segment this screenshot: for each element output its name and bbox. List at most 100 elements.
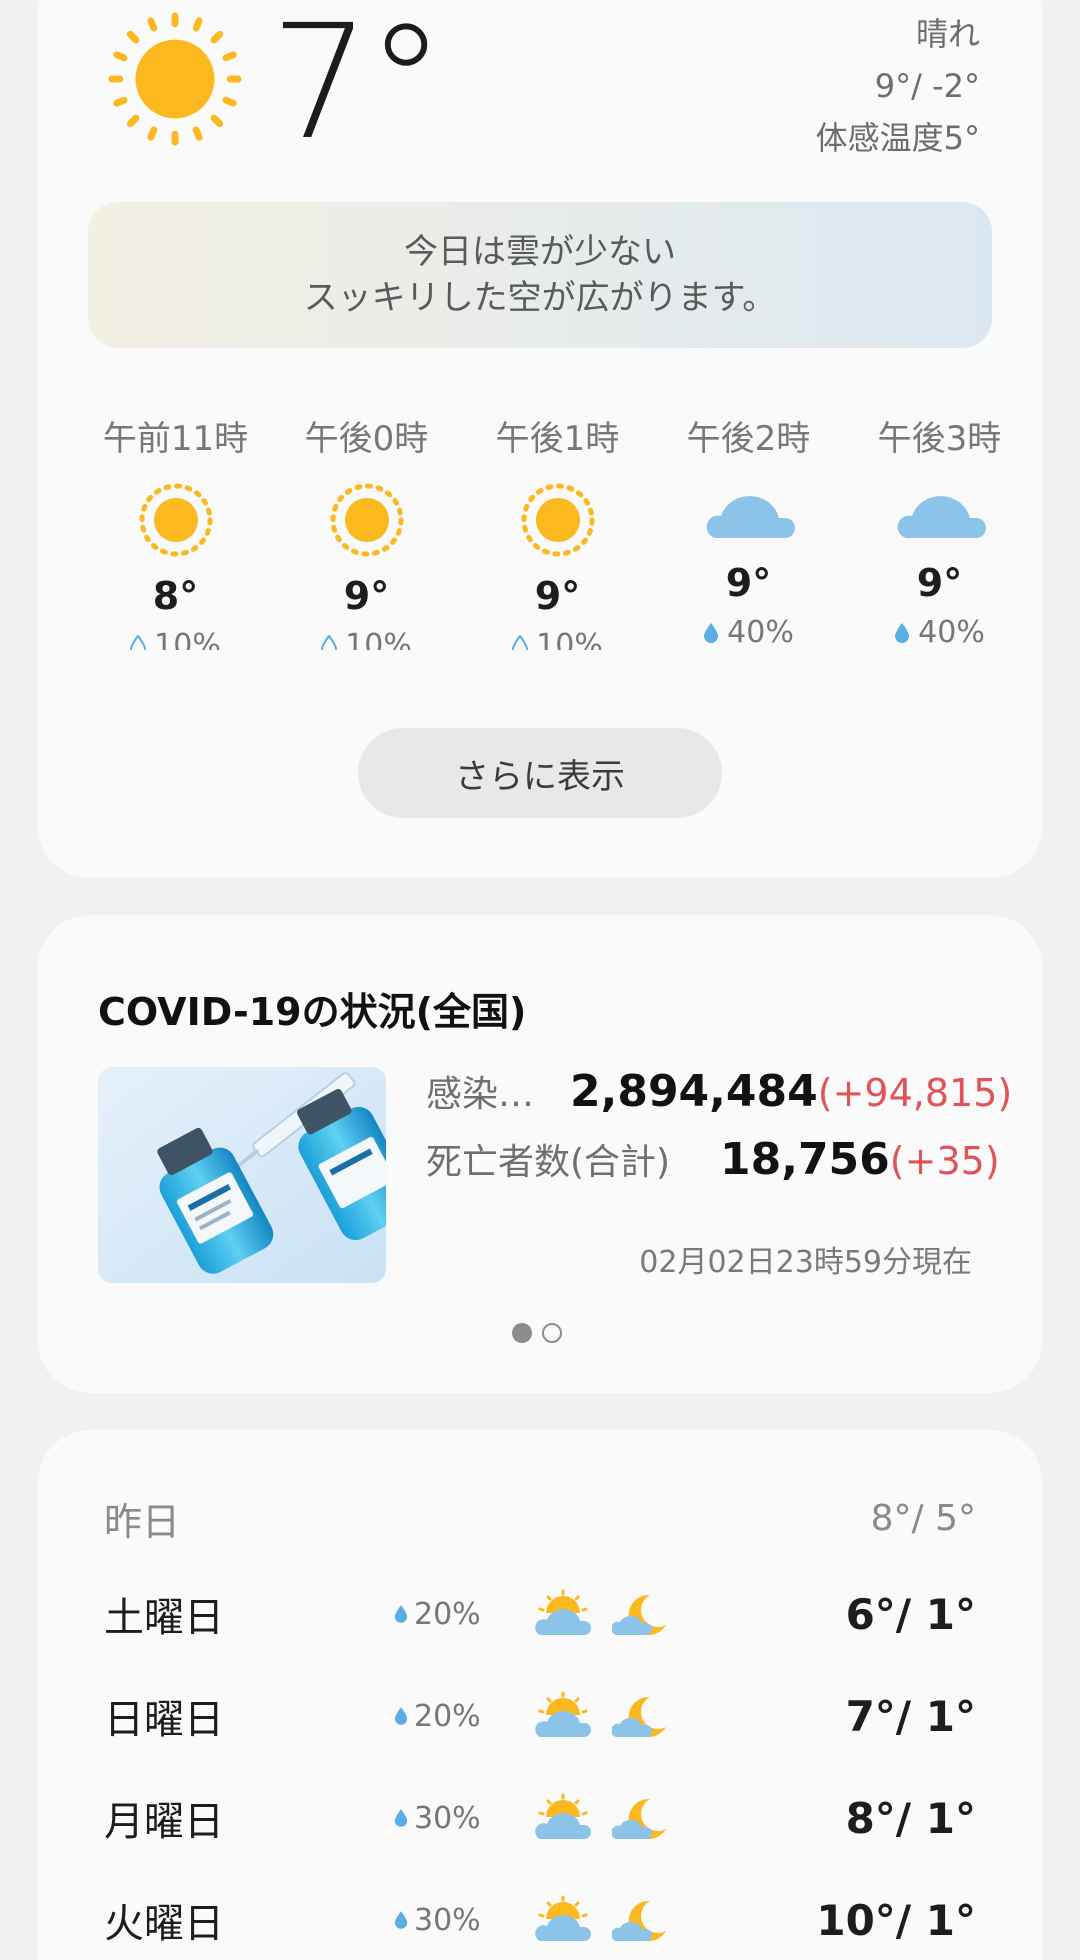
sun-icon <box>126 480 226 560</box>
day-precip: 30% <box>394 1801 534 1836</box>
yesterday-label: 昨日 <box>104 1499 181 1544</box>
deaths-stat: 死亡者数(合計) 18,756 (+35) <box>426 1133 1000 1185</box>
cloud-icon <box>890 480 990 547</box>
raindrop-icon <box>130 634 147 650</box>
partly-cloudy-icon <box>535 1895 591 1941</box>
current-weather-card: 7° 晴れ 9°/ -2° 体感温度5° 今日は雲が少ない スッキリした空が広が… <box>38 0 1042 878</box>
page-indicator[interactable] <box>512 1323 562 1343</box>
raindrop-icon <box>895 622 910 643</box>
deaths-value: 18,756 <box>720 1134 890 1185</box>
hour-temp: 8° <box>152 574 199 618</box>
deaths-label: 死亡者数(合計) <box>426 1142 671 1183</box>
hour-temp: 9° <box>534 574 581 618</box>
current-condition: 晴れ <box>915 15 980 53</box>
partly-cloudy-icon <box>535 1793 591 1839</box>
weather-summary-banner: 今日は雲が少ない スッキリした空が広がります。 <box>88 202 992 348</box>
hourly-item: 午前11時 8° 10% <box>80 410 271 650</box>
day-name: 日曜日 <box>104 1697 224 1743</box>
page-dot-active[interactable] <box>512 1323 532 1343</box>
raindrop-icon <box>704 622 719 643</box>
hour-time: 午後1時 <box>495 419 620 459</box>
partly-cloudy-icon <box>535 1691 591 1737</box>
hour-temp: 9° <box>343 574 390 618</box>
hourly-forecast[interactable]: 午前11時 8° 10% 午後0時 9° 10% 午後1時 9° 10% 午後2… <box>80 410 1000 650</box>
infected-label: 感染… <box>426 1074 535 1115</box>
current-temperature: 7° <box>270 0 446 175</box>
summary-line-2: スッキリした空が広がります。 <box>303 278 777 318</box>
hour-precip: 10% <box>130 628 221 650</box>
day-precip: 20% <box>394 1699 534 1734</box>
hour-temp: 9° <box>725 561 772 605</box>
day-precip: 20% <box>394 1597 534 1632</box>
daily-forecast-card[interactable]: 昨日 8°/ 5° 土曜日 20% 6°/ 1° 日曜日 20% 7°/ 1° … <box>38 1430 1042 1960</box>
day-name: 土曜日 <box>104 1595 224 1641</box>
precip-value: 10% <box>536 628 603 650</box>
day-name: 月曜日 <box>104 1799 224 1845</box>
hour-precip: 40% <box>894 615 985 650</box>
precip-value: 40% <box>918 615 985 650</box>
cloud-icon <box>699 480 799 547</box>
hour-time: 午後3時 <box>877 419 1000 459</box>
day-temps: 10°/ 1° <box>816 1895 976 1945</box>
raindrop-icon <box>394 1707 408 1725</box>
current-details: 晴れ 9°/ -2° 体感温度5° <box>816 8 980 164</box>
hour-precip: 10% <box>321 628 412 650</box>
raindrop-icon <box>394 1809 408 1827</box>
precip-value: 10% <box>154 628 221 650</box>
feels-like: 体感温度5° <box>815 119 980 157</box>
hour-time: 午後0時 <box>304 419 429 459</box>
infected-delta: (+94,815) <box>817 1071 1013 1115</box>
day-icons <box>534 1793 694 1843</box>
covid-title: COVID-19の状況(全国) <box>98 990 527 1034</box>
sun-icon <box>108 12 242 146</box>
precip-value: 20% <box>414 1596 481 1632</box>
hourly-item: 午後3時 9° 40% <box>844 410 1000 650</box>
daily-row[interactable]: 火曜日 30% 10°/ 1° <box>104 1884 976 1956</box>
page-dot[interactable] <box>542 1323 562 1343</box>
hourly-item: 午後1時 9° 10% <box>462 410 653 650</box>
partly-cloudy-icon <box>535 1589 591 1635</box>
hour-precip: 10% <box>512 628 603 650</box>
infected-stat: 感染… 2,894,484 (+94,815) <box>426 1065 1012 1117</box>
daily-row[interactable]: 日曜日 20% 7°/ 1° <box>104 1680 976 1752</box>
day-precip: 30% <box>394 1903 534 1938</box>
day-icons <box>534 1589 694 1639</box>
cloudy-night-icon <box>612 1798 666 1839</box>
current-high-low: 9°/ -2° <box>874 67 980 105</box>
raindrop-icon <box>512 634 529 650</box>
summary-line-1: 今日は雲が少ない <box>404 232 676 272</box>
day-icons <box>534 1895 694 1945</box>
hour-time: 午前11時 <box>102 419 249 459</box>
day-name: 火曜日 <box>104 1901 224 1947</box>
daily-row[interactable]: 土曜日 20% 6°/ 1° <box>104 1578 976 1650</box>
day-temps: 6°/ 1° <box>845 1589 976 1639</box>
daily-row[interactable]: 月曜日 30% 8°/ 1° <box>104 1782 976 1854</box>
covid-updated-time: 02月02日23時59分現在 <box>639 1245 972 1280</box>
covid-card[interactable]: COVID-19の状況(全国) 感染… 2,894,484 (+94,815) … <box>38 915 1042 1393</box>
yesterday-row: 昨日 8°/ 5° <box>104 1482 976 1554</box>
cloudy-night-icon <box>612 1900 666 1941</box>
show-more-button[interactable]: さらに表示 <box>358 728 722 818</box>
deaths-delta: (+35) <box>889 1139 1000 1183</box>
vaccine-image[interactable] <box>98 1067 386 1283</box>
hour-time: 午後2時 <box>686 419 811 459</box>
raindrop-icon <box>394 1605 408 1623</box>
raindrop-icon <box>394 1911 408 1929</box>
precip-value: 20% <box>414 1698 481 1734</box>
sun-icon <box>317 480 417 560</box>
precip-value: 30% <box>414 1902 481 1938</box>
cloudy-night-icon <box>612 1696 666 1737</box>
cloudy-night-icon <box>612 1594 666 1635</box>
sun-icon <box>508 480 608 560</box>
precip-value: 30% <box>414 1800 481 1836</box>
raindrop-icon <box>321 634 338 650</box>
yesterday-temps: 8°/ 5° <box>870 1497 976 1539</box>
day-temps: 8°/ 1° <box>845 1793 976 1843</box>
precip-value: 40% <box>727 615 794 650</box>
hourly-item: 午後0時 9° 10% <box>271 410 462 650</box>
hour-precip: 40% <box>703 615 794 650</box>
day-icons <box>534 1691 694 1741</box>
day-temps: 7°/ 1° <box>845 1691 976 1741</box>
precip-value: 10% <box>345 628 412 650</box>
infected-value: 2,894,484 <box>570 1066 818 1117</box>
